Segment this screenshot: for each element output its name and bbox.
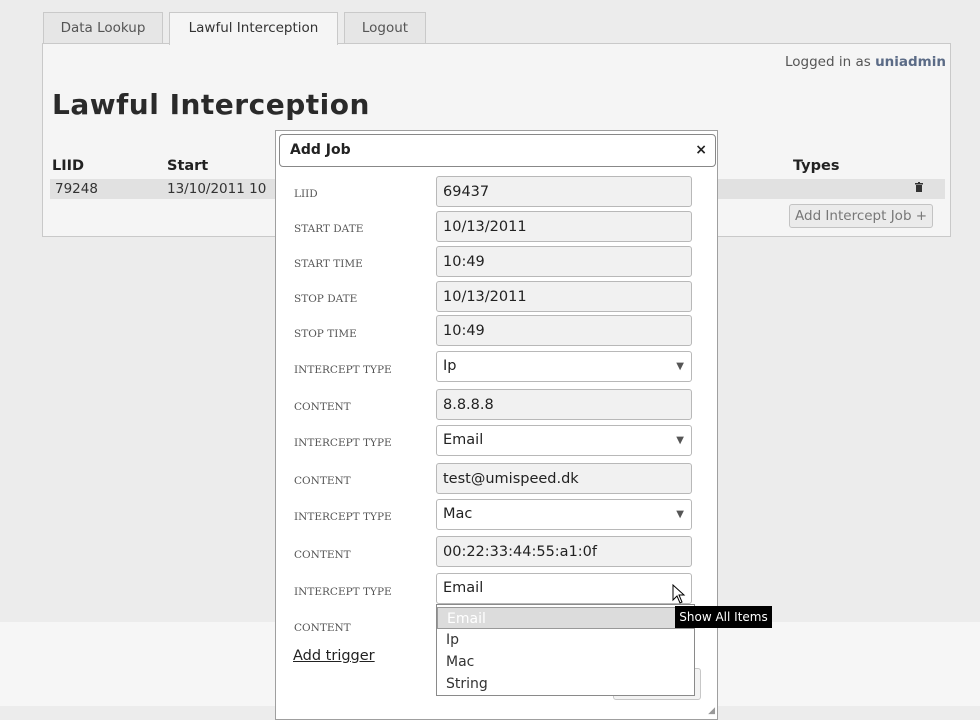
intercept-type-value-2: Email (443, 432, 484, 448)
page-title: Lawful Interception (52, 88, 370, 121)
chevron-down-icon: ▼ (676, 509, 684, 520)
login-status: Logged in as uniadmin (785, 54, 946, 70)
start-date-field[interactable] (436, 211, 692, 242)
dropdown-option-mac[interactable]: Mac (437, 651, 694, 673)
chevron-down-icon: ▼ (676, 435, 684, 446)
intercept-type-select-4[interactable]: Email (436, 573, 692, 604)
intercept-type-value-3: Mac (443, 506, 473, 522)
trash-icon[interactable] (915, 182, 923, 195)
liid-field[interactable] (436, 176, 692, 207)
dropdown-option-email[interactable]: Email (437, 607, 694, 629)
mouse-cursor-icon (672, 583, 686, 608)
intercept-type-select-3[interactable]: Mac ▼ (436, 499, 692, 530)
field-label-intercept-type-2: INTERCEPT TYPE (294, 437, 392, 449)
stop-date-field[interactable] (436, 281, 692, 312)
intercept-type-value-1: Ip (443, 358, 457, 374)
intercept-type-select-2[interactable]: Email ▼ (436, 425, 692, 456)
add-trigger-link[interactable]: Add trigger (293, 648, 375, 664)
close-icon[interactable]: × (695, 135, 707, 166)
field-label-intercept-type-4: INTERCEPT TYPE (294, 586, 392, 598)
content-field-2[interactable] (436, 463, 692, 494)
field-label-content-1: CONTENT (294, 401, 351, 413)
intercept-type-select-1[interactable]: Ip ▼ (436, 351, 692, 382)
tab-data-lookup[interactable]: Data Lookup (43, 12, 163, 43)
dialog-header: Add Job × (279, 134, 716, 167)
login-status-prefix: Logged in as (785, 54, 871, 70)
content-field-3[interactable] (436, 536, 692, 567)
content-field-1[interactable] (436, 389, 692, 420)
field-label-content-4: CONTENT (294, 622, 351, 634)
column-header-liid: LIID (52, 158, 85, 174)
dialog-title: Add Job (290, 142, 351, 158)
username: uniadmin (875, 54, 946, 70)
field-label-intercept-type-3: INTERCEPT TYPE (294, 511, 392, 523)
column-header-types: Types (793, 158, 840, 174)
field-label-stop-date: STOP DATE (294, 293, 358, 305)
tab-logout[interactable]: Logout (344, 12, 426, 43)
add-intercept-job-button[interactable]: Add Intercept Job + (789, 204, 934, 228)
cell-liid: 79248 (55, 181, 98, 197)
field-label-start-date: START DATE (294, 223, 364, 235)
dropdown-option-ip[interactable]: Ip (437, 629, 694, 651)
field-label-liid: LIID (294, 188, 318, 200)
dropdown-option-string[interactable]: String (437, 673, 694, 695)
resize-handle-icon[interactable]: ◢ (708, 706, 715, 716)
field-label-start-time: START TIME (294, 258, 363, 270)
cell-start: 13/10/2011 10 (167, 181, 267, 197)
tooltip: Show All Items (675, 606, 772, 628)
chevron-down-icon: ▼ (676, 361, 684, 372)
intercept-type-value-4: Email (443, 580, 484, 596)
field-label-stop-time: STOP TIME (294, 328, 357, 340)
field-label-intercept-type-1: INTERCEPT TYPE (294, 364, 392, 376)
tab-lawful-interception[interactable]: Lawful Interception (169, 12, 338, 45)
start-time-field[interactable] (436, 246, 692, 277)
field-label-content-2: CONTENT (294, 475, 351, 487)
stop-time-field[interactable] (436, 315, 692, 346)
field-label-content-3: CONTENT (294, 549, 351, 561)
column-header-start: Start (167, 158, 209, 174)
intercept-type-dropdown-list: Email Ip Mac String (436, 604, 695, 696)
